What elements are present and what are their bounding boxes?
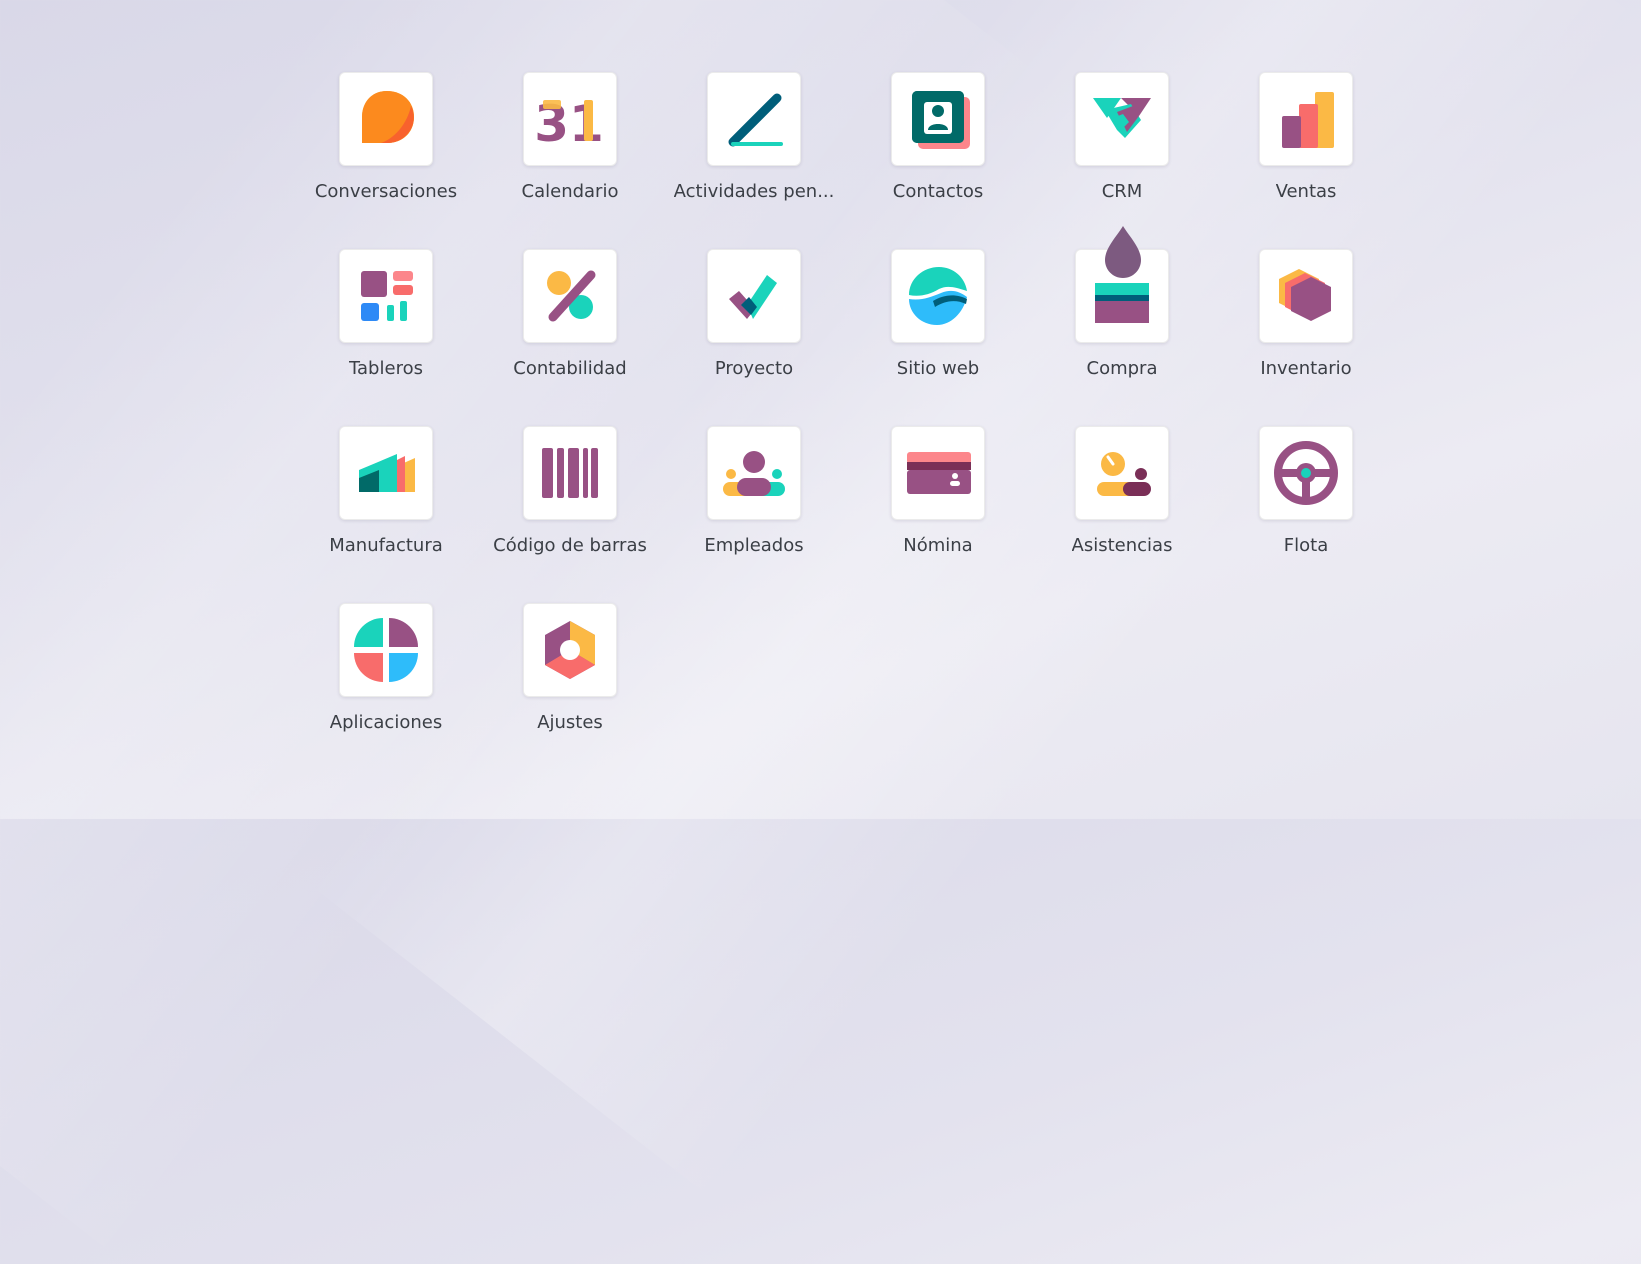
app-ajustes[interactable]: Ajustes [478, 603, 662, 780]
contacts-icon [912, 91, 970, 149]
activities-icon [728, 93, 783, 147]
app-actividades[interactable]: Actividades pen... [662, 72, 846, 249]
website-icon [909, 267, 967, 325]
app-label: Conversaciones [314, 181, 458, 202]
app-tile[interactable] [891, 426, 985, 520]
app-contabilidad[interactable]: Contabilidad [478, 249, 662, 426]
manufacturing-icon [359, 454, 415, 492]
app-tile[interactable] [523, 249, 617, 343]
app-crm[interactable]: CRM [1030, 72, 1214, 249]
app-label: Ventas [1275, 181, 1337, 202]
calendar-icon: 31 [535, 95, 604, 153]
app-tile[interactable] [1259, 249, 1353, 343]
app-ventas[interactable]: Ventas [1214, 72, 1398, 249]
app-tile[interactable] [707, 72, 801, 166]
conversations-icon [362, 91, 414, 143]
app-tile[interactable] [891, 249, 985, 343]
app-nomina[interactable]: Nómina [846, 426, 1030, 603]
app-tile[interactable] [339, 603, 433, 697]
payroll-icon [907, 452, 971, 494]
app-asistencias[interactable]: Asistencias [1030, 426, 1214, 603]
app-label: Manufactura [329, 535, 443, 556]
app-tile[interactable] [339, 72, 433, 166]
app-label: Flota [1283, 535, 1329, 556]
app-tile[interactable] [1259, 426, 1353, 520]
app-conversaciones[interactable]: Conversaciones [294, 72, 478, 249]
app-label: Contactos [892, 181, 984, 202]
app-label: Proyecto [714, 358, 794, 379]
app-proyecto[interactable]: Proyecto [662, 249, 846, 426]
app-contactos[interactable]: Contactos [846, 72, 1030, 249]
app-aplicaciones[interactable]: Aplicaciones [294, 603, 478, 780]
app-tile[interactable] [523, 426, 617, 520]
app-label: Ajustes [537, 712, 603, 733]
app-tile[interactable] [339, 249, 433, 343]
inventory-icon [1279, 269, 1331, 321]
app-tile[interactable] [707, 249, 801, 343]
app-label: Compra [1086, 358, 1158, 379]
dashboards-icon [361, 271, 413, 321]
app-flota[interactable]: Flota [1214, 426, 1398, 603]
sales-icon [1282, 92, 1334, 148]
app-empleados[interactable]: Empleados [662, 426, 846, 603]
app-label: Nómina [903, 535, 973, 556]
app-tile[interactable] [707, 426, 801, 520]
app-tile[interactable] [523, 603, 617, 697]
app-codigo-barras[interactable]: Código de barras [478, 426, 662, 603]
project-icon [729, 275, 777, 319]
app-sitio-web[interactable]: Sitio web [846, 249, 1030, 426]
settings-icon [545, 621, 595, 679]
fleet-icon [1274, 441, 1338, 505]
app-label: Código de barras [493, 535, 647, 556]
app-label: CRM [1101, 181, 1143, 202]
app-label: Asistencias [1071, 535, 1173, 556]
app-label: Calendario [521, 181, 619, 202]
app-calendario[interactable]: 31 Calendario [478, 72, 662, 249]
app-label: Actividades pen... [673, 181, 835, 202]
attendances-icon [1097, 452, 1151, 496]
app-inventario[interactable]: Inventario [1214, 249, 1398, 426]
app-tile[interactable] [1075, 426, 1169, 520]
accounting-icon [547, 270, 596, 322]
app-label: Aplicaciones [329, 712, 443, 733]
apps-icon [354, 618, 418, 682]
crm-icon [1093, 98, 1151, 138]
app-tile[interactable] [1259, 72, 1353, 166]
app-tableros[interactable]: Tableros [294, 249, 478, 426]
app-label: Contabilidad [513, 358, 627, 379]
app-tile[interactable] [891, 72, 985, 166]
app-tile[interactable]: 31 [523, 72, 617, 166]
employees-icon [723, 451, 785, 496]
app-manufactura[interactable]: Manufactura [294, 426, 478, 603]
app-label: Sitio web [896, 358, 980, 379]
app-tile[interactable] [339, 426, 433, 520]
droplet-icon [1105, 226, 1141, 278]
app-tile[interactable] [1075, 72, 1169, 166]
app-label: Tableros [349, 358, 423, 379]
app-label: Empleados [704, 535, 804, 556]
app-label: Inventario [1260, 358, 1352, 379]
barcode-icon [542, 448, 598, 498]
app-grid: Conversaciones 31 Calendario Actividades… [294, 72, 1394, 780]
